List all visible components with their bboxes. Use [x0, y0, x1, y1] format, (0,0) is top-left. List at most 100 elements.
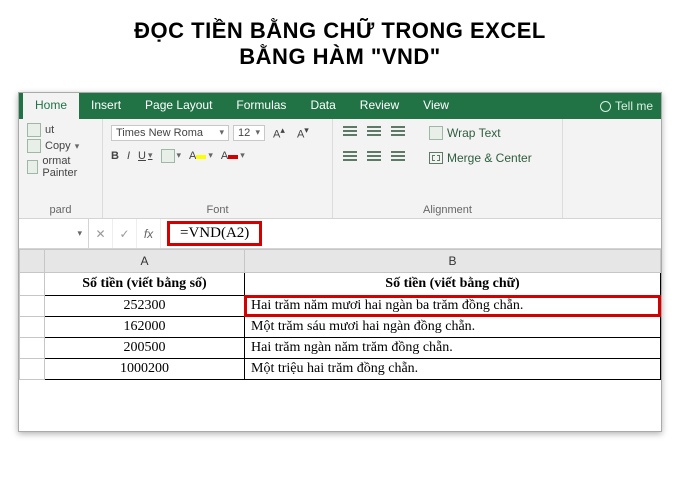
title-line-1: ĐỌC TIỀN BẰNG CHỮ TRONG EXCEL	[40, 18, 640, 44]
cancel-formula-button[interactable]: ✕	[89, 219, 113, 248]
font-name-select[interactable]: Times New Roma ▾	[111, 125, 229, 141]
font-group-label: Font	[111, 204, 324, 216]
group-clipboard: ut Copy▾ ormat Painter pard	[19, 119, 103, 218]
col-header-b[interactable]: B	[245, 250, 661, 273]
align-middle-button[interactable]	[365, 123, 383, 142]
cell-b2[interactable]: Hai trăm năm mươi hai ngàn ba trăm đồng …	[245, 296, 661, 317]
fill-swatch	[196, 155, 206, 159]
row-header[interactable]	[20, 317, 45, 338]
color-swatch	[228, 155, 238, 159]
column-headers: A B	[20, 250, 661, 273]
cell-b4[interactable]: Hai trăm ngàn năm trăm đồng chẵn.	[245, 338, 661, 359]
align-icon	[391, 125, 405, 137]
align-bottom-button[interactable]	[389, 123, 407, 142]
group-alignment: Wrap Text Merge & Center Alignment	[333, 119, 563, 218]
tab-formulas[interactable]: Formulas	[224, 93, 298, 119]
font-size-value: 12	[238, 127, 250, 139]
chevron-down-icon: ▾	[240, 150, 245, 161]
page-title: ĐỌC TIỀN BẰNG CHỮ TRONG EXCEL BẰNG HÀM "…	[0, 0, 680, 78]
copy-button[interactable]: Copy▾	[27, 139, 94, 153]
chevron-down-icon: ▾	[208, 150, 213, 161]
excel-screenshot: Home Insert Page Layout Formulas Data Re…	[18, 92, 662, 432]
table-row: 252300 Hai trăm năm mươi hai ngàn ba tră…	[20, 296, 661, 317]
copy-label: Copy	[45, 140, 71, 152]
tab-view[interactable]: View	[411, 93, 461, 119]
border-button[interactable]: ▾	[161, 149, 182, 163]
border-icon	[161, 149, 175, 163]
fill-color-button[interactable]: A▾	[189, 150, 213, 162]
align-top-button[interactable]	[341, 123, 359, 142]
merge-label: Merge & Center	[447, 151, 532, 165]
align-right-button[interactable]	[389, 148, 407, 167]
tab-home[interactable]: Home	[23, 93, 79, 119]
tab-review[interactable]: Review	[348, 93, 411, 119]
underline-label: U	[138, 150, 146, 162]
table-header-row: Số tiền (viết bằng số) Số tiền (viết bằn…	[20, 273, 661, 296]
fill-a: A	[189, 150, 196, 162]
align-icon	[391, 150, 405, 162]
col-header-a[interactable]: A	[45, 250, 245, 273]
formula-input[interactable]: =VND(A2)	[167, 221, 262, 246]
font-name-value: Times New Roma	[116, 127, 203, 139]
wrap-icon	[429, 126, 443, 140]
chevron-down-icon: ▾	[148, 150, 153, 161]
tell-me[interactable]: Tell me	[592, 93, 661, 119]
chevron-down-icon: ▾	[219, 127, 224, 138]
italic-button[interactable]: I	[127, 150, 130, 162]
cell-a2[interactable]: 252300	[45, 296, 245, 317]
name-box[interactable]: ▾	[19, 219, 89, 248]
align-center-button[interactable]	[365, 148, 383, 167]
bold-button[interactable]: B	[111, 150, 119, 162]
underline-button[interactable]: U▾	[138, 150, 152, 162]
ribbon-tabs: Home Insert Page Layout Formulas Data Re…	[19, 93, 661, 119]
painter-label: ormat Painter	[42, 155, 94, 179]
tab-page-layout[interactable]: Page Layout	[133, 93, 224, 119]
title-line-2: BẰNG HÀM "VND"	[40, 44, 640, 70]
ribbon-body: ut Copy▾ ormat Painter pard Times New Ro…	[19, 119, 661, 219]
select-all-corner[interactable]	[20, 250, 45, 273]
color-a: A	[221, 150, 228, 162]
table-row: 162000 Một trăm sáu mươi hai ngàn đồng c…	[20, 317, 661, 338]
group-font: Times New Roma▾ 12▾ A▴ A▾ B I U▾ ▾ A▾ A▾…	[103, 119, 333, 218]
shrink-font-button[interactable]: A▾	[293, 123, 313, 143]
chevron-down-icon: ▾	[177, 150, 182, 161]
cut-button[interactable]: ut	[27, 123, 94, 137]
grow-font-button[interactable]: A▴	[269, 123, 289, 143]
worksheet-grid[interactable]: A B Số tiền (viết bằng số) Số tiền (viết…	[19, 249, 661, 380]
cell-a4[interactable]: 200500	[45, 338, 245, 359]
table-row: 1000200 Một triệu hai trăm đồng chẵn.	[20, 359, 661, 380]
fx-button[interactable]: fx	[137, 219, 161, 248]
tab-insert[interactable]: Insert	[79, 93, 133, 119]
cut-label: ut	[45, 124, 54, 136]
tell-me-label: Tell me	[615, 99, 653, 113]
accept-formula-button[interactable]: ✓	[113, 219, 137, 248]
font-size-select[interactable]: 12 ▾	[233, 125, 265, 141]
merge-center-button[interactable]: Merge & Center	[429, 151, 532, 165]
cell-a3[interactable]: 162000	[45, 317, 245, 338]
format-painter-button[interactable]: ormat Painter	[27, 155, 94, 179]
chevron-down-icon: ▾	[77, 228, 82, 239]
tab-data[interactable]: Data	[298, 93, 347, 119]
formula-bar: ▾ ✕ ✓ fx =VND(A2)	[19, 219, 661, 249]
merge-icon	[429, 152, 443, 164]
cell-a5[interactable]: 1000200	[45, 359, 245, 380]
header-cell-b[interactable]: Số tiền (viết bằng chữ)	[245, 273, 661, 296]
row-header[interactable]	[20, 359, 45, 380]
cell-b3[interactable]: Một trăm sáu mươi hai ngàn đồng chẵn.	[245, 317, 661, 338]
align-icon	[343, 125, 357, 137]
header-cell-a[interactable]: Số tiền (viết bằng số)	[45, 273, 245, 296]
align-icon	[367, 125, 381, 137]
alignment-group-label: Alignment	[341, 204, 554, 216]
row-header[interactable]	[20, 338, 45, 359]
align-icon	[343, 150, 357, 162]
painter-icon	[27, 160, 38, 174]
cell-b5[interactable]: Một triệu hai trăm đồng chẵn.	[245, 359, 661, 380]
chevron-down-icon: ▾	[255, 127, 260, 138]
align-left-button[interactable]	[341, 148, 359, 167]
cut-icon	[27, 123, 41, 137]
row-header[interactable]	[20, 273, 45, 296]
font-color-button[interactable]: A▾	[221, 150, 245, 162]
copy-icon	[27, 139, 41, 153]
row-header[interactable]	[20, 296, 45, 317]
wrap-text-button[interactable]: Wrap Text	[429, 126, 501, 140]
